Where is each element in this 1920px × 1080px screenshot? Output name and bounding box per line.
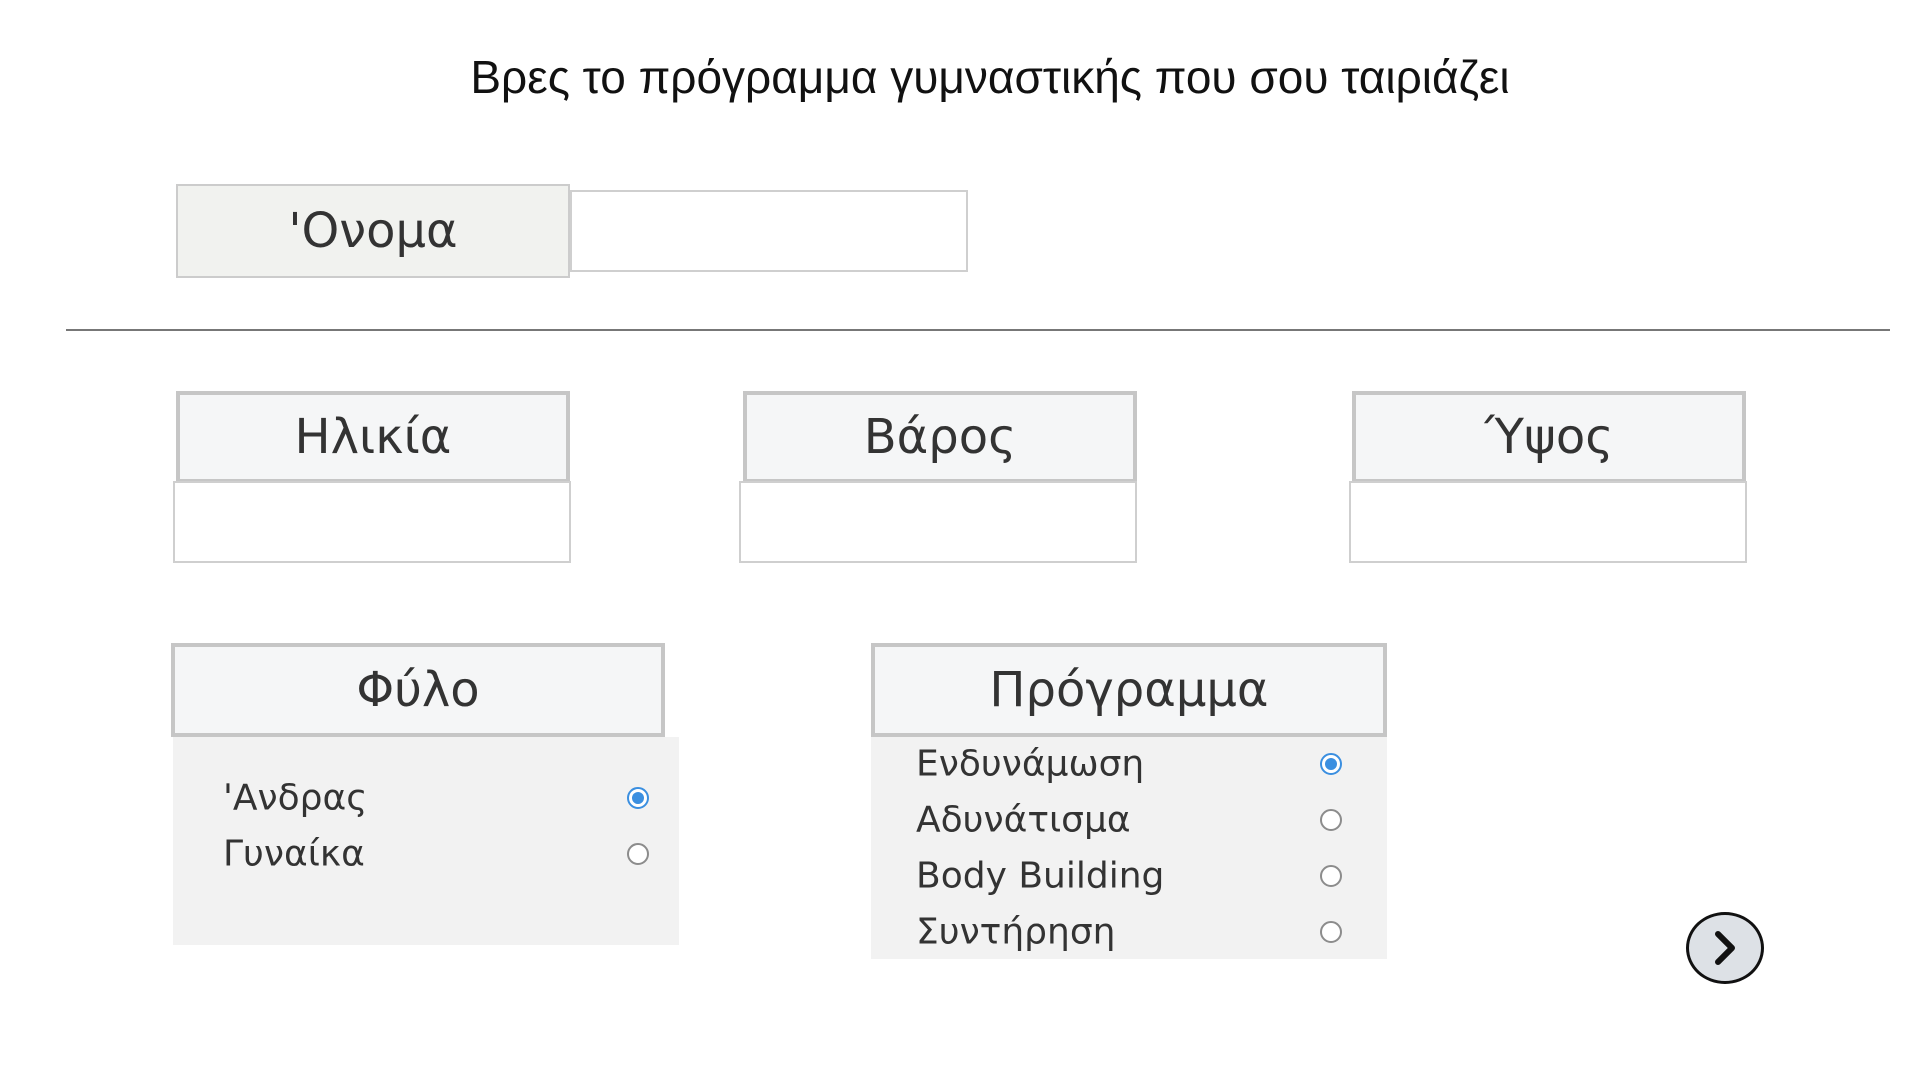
program-option-label: Body Building [916,855,1165,897]
gender-male-radio[interactable] [627,787,649,809]
program-option-maintenance[interactable]: Συντήρηση [871,907,1387,957]
gender-option-female[interactable]: Γυναίκα [173,829,679,879]
program-body-building-radio[interactable] [1320,865,1342,887]
program-option-label: Αδυνάτισμα [916,799,1131,841]
next-button[interactable] [1686,912,1764,984]
weight-label: Βάρος [743,391,1137,483]
gender-option-label: Γυναίκα [223,833,365,875]
program-option-weight-loss[interactable]: Αδυνάτισμα [871,795,1387,845]
program-option-body-building[interactable]: Body Building [871,851,1387,901]
name-label: 'Ονομα [176,184,570,278]
age-input[interactable] [173,481,571,563]
program-label: Πρόγραμμα [871,643,1387,737]
gender-radio-group: 'Ανδρας Γυναίκα [173,737,679,945]
program-radio-group: Ενδυνάμωση Αδυνάτισμα Body Building Συντ… [871,737,1387,959]
program-option-label: Συντήρηση [916,911,1116,953]
height-label: Ύψος [1352,391,1746,483]
program-option-label: Ενδυνάμωση [916,743,1145,785]
gender-option-male[interactable]: 'Ανδρας [173,773,679,823]
program-maintenance-radio[interactable] [1320,921,1342,943]
weight-input[interactable] [739,481,1137,563]
name-input[interactable] [570,190,968,272]
gender-option-label: 'Ανδρας [223,777,368,819]
chevron-right-icon [1715,931,1735,965]
age-label: Ηλικία [176,391,570,483]
page-title: Βρες το πρόγραμμα γυμναστικής που σου τα… [470,51,1510,103]
fitness-program-form: Βρες το πρόγραμμα γυμναστικής που σου τα… [0,0,1920,1080]
gender-female-radio[interactable] [627,843,649,865]
program-strengthening-radio[interactable] [1320,753,1342,775]
gender-label: Φύλο [171,643,665,737]
section-divider [66,329,1890,331]
height-input[interactable] [1349,481,1747,563]
program-option-strengthening[interactable]: Ενδυνάμωση [871,739,1387,789]
program-weight-loss-radio[interactable] [1320,809,1342,831]
